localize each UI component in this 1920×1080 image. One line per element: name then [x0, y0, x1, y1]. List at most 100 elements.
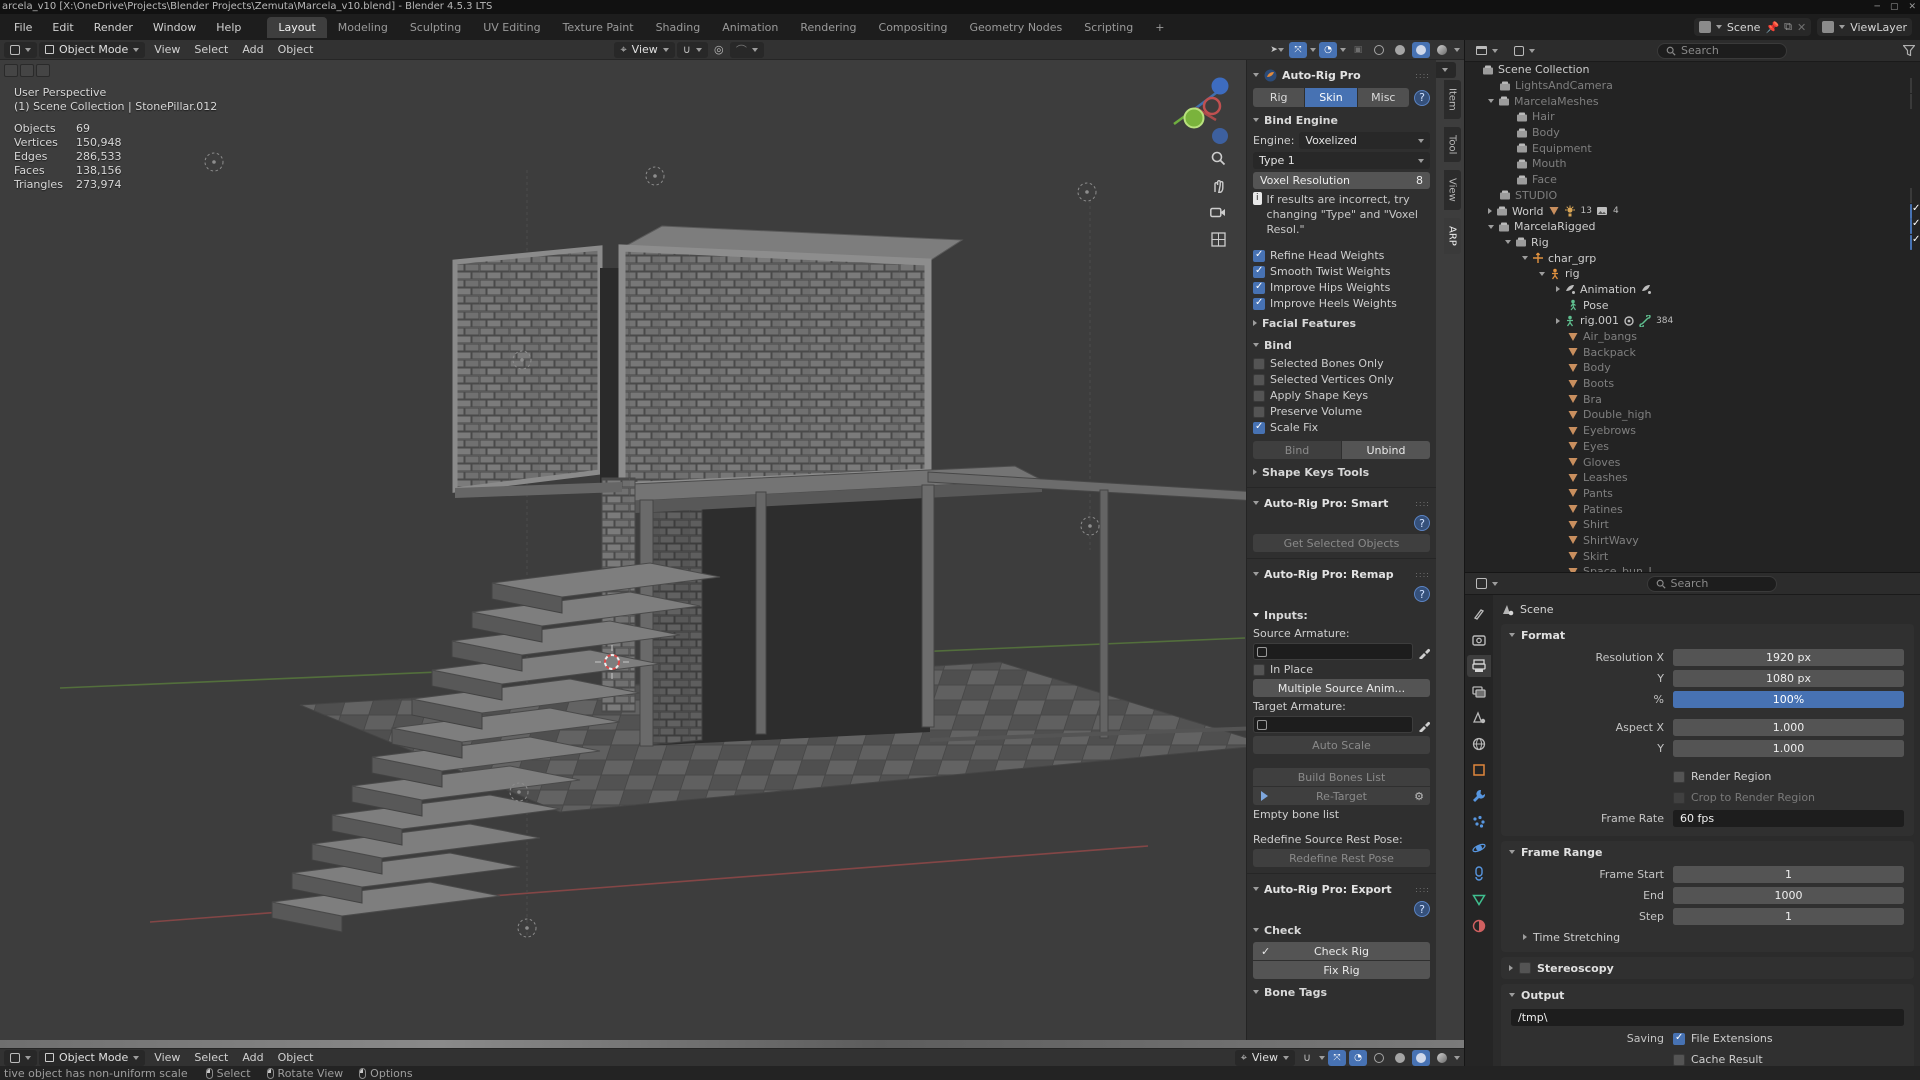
sidebar-tab-tool[interactable]: Tool [1444, 127, 1461, 162]
bone-tags-section[interactable]: Bone Tags [1253, 983, 1430, 1001]
unlink-icon[interactable]: ✕ [1797, 21, 1806, 34]
viewport-menu-select[interactable]: Select [187, 1049, 235, 1066]
properties-tab-render[interactable] [1467, 629, 1491, 651]
workspace-tab-texture-paint[interactable]: Texture Paint [552, 17, 645, 38]
menu-edit[interactable]: Edit [44, 18, 81, 37]
shading-solid-icon[interactable] [1391, 42, 1409, 58]
outliner-row[interactable]: Double_high [1465, 407, 1920, 423]
workspace-tab-scripting[interactable]: Scripting [1073, 17, 1144, 38]
workspace-tab-animation[interactable]: Animation [711, 17, 789, 38]
mode-dropdown[interactable]: Object Mode [39, 42, 145, 58]
falloff-dropdown[interactable]: ⌒ [730, 42, 764, 58]
output-panel-header[interactable]: Output [1501, 984, 1914, 1006]
exclude-checkbox[interactable] [1910, 94, 1912, 109]
shape-keys-tools-section[interactable]: Shape Keys Tools [1253, 463, 1430, 481]
auto-scale-button[interactable]: Auto Scale [1253, 736, 1430, 754]
check-section[interactable]: Check [1253, 921, 1430, 939]
arp-tab-skin[interactable]: Skin [1305, 88, 1356, 107]
outliner-row[interactable]: char_grp [1465, 250, 1920, 266]
gizmo-z-neg-axis[interactable] [1212, 128, 1228, 144]
multiple-source-anim-button[interactable]: Multiple Source Anim... [1253, 679, 1430, 697]
bind-option-checkbox[interactable] [1253, 422, 1265, 434]
scene-selector[interactable]: Scene 📌 ⧉ ✕ [1694, 18, 1811, 36]
outliner-row[interactable]: LightsAndCamera [1465, 78, 1920, 94]
aspect-y-field[interactable]: 1.000 [1673, 740, 1904, 757]
viewport-menu-view[interactable]: View [147, 41, 187, 58]
gizmos-toggle[interactable]: ⤧ [1289, 42, 1307, 58]
shading-rendered-icon[interactable] [1433, 1050, 1451, 1066]
voxel-resolution-slider[interactable]: Voxel Resolution8 [1253, 172, 1430, 189]
outliner-row[interactable]: Face [1465, 172, 1920, 188]
snap-dropdown[interactable]: ∪ [677, 42, 708, 58]
zoom-icon[interactable] [1208, 148, 1228, 168]
check-rig-button[interactable]: ✓Check Rig [1253, 942, 1430, 960]
sidebar-tab-view[interactable]: View [1444, 170, 1461, 210]
workspace-tab-layout[interactable]: Layout [267, 17, 326, 38]
properties-search-input[interactable]: Search [1647, 576, 1777, 592]
expander-icon[interactable] [1522, 256, 1528, 260]
sidebar-tab-arp[interactable]: ARP [1444, 218, 1461, 254]
properties-tab-view-layer[interactable] [1467, 681, 1491, 703]
properties-tab-physics[interactable] [1467, 837, 1491, 859]
outliner-row[interactable]: ShirtWavy [1465, 533, 1920, 549]
weight-option-checkbox[interactable] [1253, 282, 1265, 294]
arp-export-panel-header[interactable]: Auto-Rig Pro: Export:::: [1253, 880, 1430, 898]
editor-type-dropdown[interactable] [1470, 576, 1504, 592]
view-layer-selector[interactable]: ViewLayer [1817, 18, 1912, 36]
bind-option-checkbox[interactable] [1253, 390, 1265, 402]
transform-orientation-dropdown[interactable]: ⌖ View [614, 42, 674, 58]
bind-option-checkbox[interactable] [1253, 358, 1265, 370]
format-panel-header[interactable]: Format [1501, 624, 1914, 646]
arp-tab-misc[interactable]: Misc [1358, 88, 1409, 107]
workspace-tab-rendering[interactable]: Rendering [789, 17, 867, 38]
inputs-section[interactable]: Inputs: [1253, 606, 1430, 624]
build-bones-list-button[interactable]: Build Bones List [1253, 768, 1430, 786]
expander-icon[interactable] [1488, 208, 1492, 214]
grid-ortho-icon[interactable] [1208, 229, 1228, 249]
outliner-row[interactable]: Skirt [1465, 548, 1920, 564]
outliner-row[interactable]: MarcelaRigged [1465, 219, 1920, 235]
outliner-row[interactable]: STUDIO [1465, 188, 1920, 204]
viewport-menu-object[interactable]: Object [271, 41, 321, 58]
resolution-y-field[interactable]: 1080 px [1673, 670, 1904, 687]
filter-icon[interactable] [1903, 45, 1915, 56]
outliner-row[interactable]: Air_bangs [1465, 329, 1920, 345]
resolution-x-field[interactable]: 1920 px [1673, 649, 1904, 666]
properties-tab-tool[interactable] [1467, 603, 1491, 625]
outliner-row[interactable]: Shirt [1465, 517, 1920, 533]
outliner-row[interactable]: rig [1465, 266, 1920, 282]
transform-orientation-dropdown[interactable]: ⌖View [1235, 1050, 1295, 1066]
bind-button[interactable]: Bind [1253, 441, 1341, 459]
move-view-icon[interactable] [1208, 175, 1228, 195]
properties-tab-object[interactable] [1467, 759, 1491, 781]
workspace-tab-modeling[interactable]: Modeling [327, 17, 399, 38]
help-icon[interactable]: ? [1414, 586, 1430, 602]
camera-view-icon[interactable] [1208, 202, 1228, 222]
expander-icon[interactable] [1556, 318, 1560, 324]
in-place-checkbox[interactable] [1253, 664, 1265, 676]
shading-material-icon[interactable] [1412, 1050, 1430, 1066]
source-armature-field[interactable] [1253, 643, 1413, 660]
frame-step-field[interactable]: 1 [1673, 908, 1904, 925]
aspect-x-field[interactable]: 1.000 [1673, 719, 1904, 736]
outliner-row[interactable]: Equipment [1465, 140, 1920, 156]
properties-tab-scene[interactable] [1467, 707, 1491, 729]
gizmos-toggle[interactable]: ⤧ [1328, 1050, 1346, 1066]
frame-end-field[interactable]: 1000 [1673, 887, 1904, 904]
arp-remap-panel-header[interactable]: Auto-Rig Pro: Remap:::: [1253, 565, 1430, 583]
snap-icon[interactable]: ∪ [1298, 1050, 1316, 1066]
workspace-tab-compositing[interactable]: Compositing [868, 17, 959, 38]
unbind-button[interactable]: Unbind [1342, 441, 1430, 459]
viewport-menu-object[interactable]: Object [271, 1049, 321, 1066]
voxel-type-dropdown[interactable]: Type 1 [1253, 152, 1430, 169]
eyedropper-icon[interactable] [1418, 718, 1430, 732]
menu-render[interactable]: Render [86, 18, 141, 37]
navigation-gizmo[interactable] [1150, 62, 1242, 154]
expander-icon[interactable] [1488, 225, 1494, 229]
eyedropper-icon[interactable] [1418, 645, 1430, 659]
gizmo-x-axis[interactable] [1204, 98, 1220, 114]
outliner-search-input[interactable]: Search [1657, 43, 1787, 59]
exclude-checkbox[interactable] [1910, 78, 1912, 93]
select-extend-icon[interactable] [20, 64, 34, 77]
exclude-checkbox[interactable] [1910, 219, 1912, 234]
